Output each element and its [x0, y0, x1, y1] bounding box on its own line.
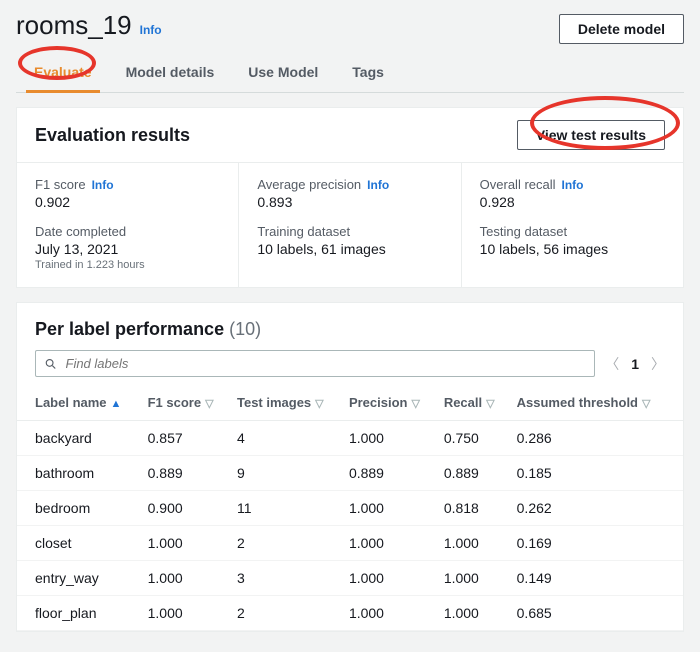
page-next-icon[interactable]: 〉 [651, 354, 665, 374]
filter-icon: ▽ [205, 398, 213, 410]
training-dataset-value: 10 labels, 61 images [257, 241, 442, 257]
page-header: rooms_19 Info Delete model [16, 10, 684, 44]
filter-icon: ▽ [642, 398, 650, 410]
cell-prec: 1.000 [341, 491, 436, 526]
find-labels-input[interactable] [64, 355, 587, 372]
tab-tags[interactable]: Tags [348, 54, 388, 92]
delete-model-button[interactable]: Delete model [559, 14, 684, 44]
info-link-header[interactable]: Info [140, 23, 162, 37]
cell-label: bedroom [17, 491, 140, 526]
cell-prec: 1.000 [341, 561, 436, 596]
per-label-count: (10) [229, 319, 261, 339]
cell-recall: 1.000 [436, 526, 509, 561]
trained-note: Trained in 1.223 hours [35, 259, 220, 271]
evaluation-results-card: Evaluation results View test results F1 … [16, 107, 684, 288]
page-number: 1 [631, 356, 639, 372]
info-link-avgp[interactable]: Info [367, 178, 389, 192]
info-link-recall[interactable]: Info [562, 178, 584, 192]
filter-icon: ▽ [486, 398, 494, 410]
cell-recall: 1.000 [436, 561, 509, 596]
date-completed-value: July 13, 2021 [35, 241, 220, 257]
per-label-card: Per label performance (10) 〈 1 〉 Label n… [16, 302, 684, 632]
col-label[interactable]: Label name▲ [17, 385, 140, 421]
overall-recall-value: 0.928 [480, 194, 665, 210]
col-recall[interactable]: Recall▽ [436, 385, 509, 421]
cell-label: closet [17, 526, 140, 561]
tab-model-details[interactable]: Model details [122, 54, 219, 92]
cell-recall: 0.818 [436, 491, 509, 526]
testing-dataset-value: 10 labels, 56 images [480, 241, 665, 257]
cell-recall: 0.889 [436, 456, 509, 491]
cell-label: backyard [17, 421, 140, 456]
sort-asc-icon: ▲ [111, 398, 122, 410]
cell-f1: 0.900 [140, 491, 229, 526]
f1-value: 0.902 [35, 194, 220, 210]
f1-label: F1 score [35, 177, 86, 192]
per-label-table: Label name▲ F1 score▽ Test images▽ Preci… [17, 385, 683, 631]
cell-thresh: 0.185 [509, 456, 683, 491]
find-labels-search[interactable] [35, 350, 595, 377]
avg-precision-label: Average precision [257, 177, 361, 192]
tabs: Evaluate Model details Use Model Tags [16, 54, 684, 93]
view-test-results-button[interactable]: View test results [517, 120, 665, 150]
table-row: closet1.00021.0001.0000.169 [17, 526, 683, 561]
cell-thresh: 0.286 [509, 421, 683, 456]
cell-recall: 0.750 [436, 421, 509, 456]
cell-f1: 0.889 [140, 456, 229, 491]
testing-dataset-label: Testing dataset [480, 224, 665, 239]
evaluation-title: Evaluation results [35, 125, 190, 146]
cell-label: bathroom [17, 456, 140, 491]
per-label-title: Per label performance [35, 319, 224, 339]
cell-f1: 0.857 [140, 421, 229, 456]
cell-thresh: 0.262 [509, 491, 683, 526]
table-row: bathroom0.88990.8890.8890.185 [17, 456, 683, 491]
cell-prec: 1.000 [341, 526, 436, 561]
table-row: bedroom0.900111.0000.8180.262 [17, 491, 683, 526]
tab-evaluate[interactable]: Evaluate [30, 54, 96, 92]
overall-recall-label: Overall recall [480, 177, 556, 192]
col-threshold[interactable]: Assumed threshold▽ [509, 385, 683, 421]
avg-precision-value: 0.893 [257, 194, 442, 210]
col-f1[interactable]: F1 score▽ [140, 385, 229, 421]
cell-label: entry_way [17, 561, 140, 596]
filter-icon: ▽ [315, 398, 323, 410]
tab-use-model[interactable]: Use Model [244, 54, 322, 92]
search-icon [44, 357, 58, 371]
cell-test: 11 [229, 491, 341, 526]
cell-prec: 1.000 [341, 421, 436, 456]
cell-thresh: 0.149 [509, 561, 683, 596]
cell-test: 4 [229, 421, 341, 456]
training-dataset-label: Training dataset [257, 224, 442, 239]
date-completed-label: Date completed [35, 224, 220, 239]
cell-test: 3 [229, 561, 341, 596]
page-title: rooms_19 [16, 10, 132, 41]
filter-icon: ▽ [411, 398, 419, 410]
cell-thresh: 0.169 [509, 526, 683, 561]
col-test[interactable]: Test images▽ [229, 385, 341, 421]
cell-prec: 0.889 [341, 456, 436, 491]
cell-f1: 1.000 [140, 526, 229, 561]
table-row: entry_way1.00031.0001.0000.149 [17, 561, 683, 596]
cell-test: 9 [229, 456, 341, 491]
page-prev-icon[interactable]: 〈 [605, 354, 619, 374]
col-precision[interactable]: Precision▽ [341, 385, 436, 421]
table-row: backyard0.85741.0000.7500.286 [17, 421, 683, 456]
cell-test: 2 [229, 526, 341, 561]
pagination: 〈 1 〉 [605, 354, 665, 374]
info-link-f1[interactable]: Info [92, 178, 114, 192]
cell-f1: 1.000 [140, 561, 229, 596]
